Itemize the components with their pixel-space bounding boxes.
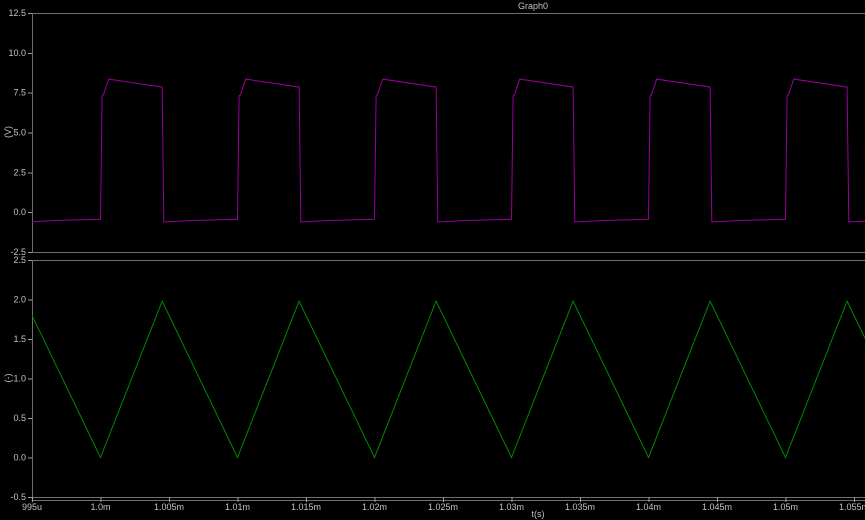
x-tick-label: 995u [22, 502, 42, 512]
x-axis-label: t(s) [508, 509, 568, 519]
x-tick-label: 1.045m [702, 502, 732, 512]
y-tick-label: 5.0 [13, 128, 26, 138]
y-tick-label: -0.5 [10, 492, 26, 502]
graph-window: Graph0 (V) (-) 12.510.07.55.02.50.0-2.52… [0, 0, 865, 520]
x-tick-label: 1.02m [362, 502, 387, 512]
y-tick-label: 2.5 [13, 167, 26, 177]
y-tick-label: 0.5 [13, 413, 26, 423]
y-tick-label: 0.0 [13, 453, 26, 463]
y-tick-label: 1.0 [13, 374, 26, 384]
y-tick-label: 0.0 [13, 207, 26, 217]
x-tick-label: 1.0m [90, 502, 110, 512]
x-tick-label: 1.015m [291, 502, 321, 512]
x-tick-label: 1.01m [225, 502, 250, 512]
y-tick-label: 10.0 [8, 48, 26, 58]
y-tick-label: 2.5 [13, 255, 26, 265]
x-tick-label: 1.055m [839, 502, 865, 512]
y-tick-label: 12.5 [8, 8, 26, 18]
x-tick-label: 1.035m [565, 502, 595, 512]
graphs-canvas[interactable]: 12.510.07.55.02.50.0-2.52.52.01.51.00.50… [0, 0, 865, 520]
x-tick-label: 1.04m [636, 502, 661, 512]
trace-triangle-wave-output [32, 301, 865, 457]
x-tick-label: 1.05m [773, 502, 798, 512]
trace-square-wave-output [32, 79, 865, 222]
x-tick-label: 1.005m [154, 502, 184, 512]
y-tick-label: 1.5 [13, 334, 26, 344]
x-tick-label: 1.025m [428, 502, 458, 512]
y-tick-label: 2.0 [13, 295, 26, 305]
y-tick-label: 7.5 [13, 88, 26, 98]
